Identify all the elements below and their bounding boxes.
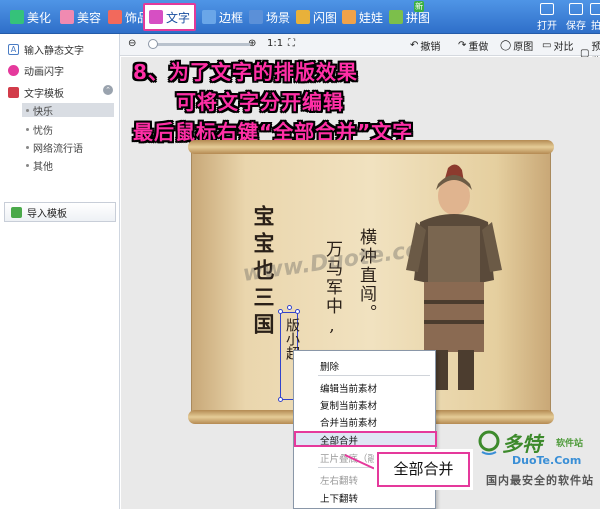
frame-icon	[202, 10, 216, 24]
text-a-icon: A	[8, 44, 19, 55]
rotate-handle[interactable]	[287, 305, 292, 310]
open-button[interactable]: 打开	[534, 3, 560, 32]
template-item-sad[interactable]: 忧伤	[26, 122, 53, 137]
face-icon	[60, 10, 74, 24]
logo-brand: 多特	[502, 432, 542, 456]
tab-doll[interactable]: 娃娃	[338, 5, 387, 29]
tab-beautify[interactable]: 美化	[6, 5, 55, 29]
template-item-internet-slang[interactable]: 网络流行语	[26, 140, 83, 155]
tab-scene[interactable]: 场景	[245, 5, 294, 29]
merge-all-callout: 全部合并	[377, 452, 470, 487]
menu-item-delete[interactable]: 删除	[320, 359, 339, 373]
heart-icon	[108, 10, 122, 24]
redo-icon: ↷	[458, 40, 467, 51]
original-icon: ◯	[500, 40, 512, 51]
compare-button[interactable]: ▭ 对比	[542, 38, 573, 53]
capture-button[interactable]: 拍	[590, 3, 600, 32]
menu-item-merge-current[interactable]: 合并当前素材	[320, 415, 377, 429]
menu-item-merge-all[interactable]: 全部合并	[320, 433, 358, 447]
sidebar-item-text-template[interactable]: 文字模板	[8, 85, 64, 100]
zoom-out-icon[interactable]: ⊖	[128, 38, 136, 49]
tab-flash[interactable]: 闪图	[292, 5, 341, 29]
zoom-1to1-button[interactable]: 1:1	[267, 38, 283, 49]
menu-item-copy-current[interactable]: 复制当前素材	[320, 398, 377, 412]
menu-item-flip-horizontal[interactable]: 左右翻转	[320, 473, 358, 487]
tab-collage[interactable]: 拼图	[385, 5, 434, 29]
text-icon	[149, 10, 163, 24]
zoom-slider-track[interactable]	[150, 43, 250, 46]
resize-handle[interactable]	[295, 309, 300, 314]
collage-icon	[389, 10, 403, 24]
sidebar-item-flash-text[interactable]: 动画闪字	[8, 63, 64, 78]
template-item-other[interactable]: 其他	[26, 158, 53, 173]
scroll-roller-top	[188, 140, 554, 154]
sidebar-item-static-text[interactable]: A 输入静态文字	[8, 42, 84, 57]
sidebar: A 输入静态文字 动画闪字 文字模板 ⌃ 快乐 忧伤 网络流行语 其他 导入模板	[0, 34, 120, 509]
top-toolbar: 美化 美容 饰品 文字 边框 场景 闪图 娃娃 拼图 新 打开 保存 拍	[0, 0, 600, 34]
redo-button[interactable]: ↷ 重做	[458, 38, 488, 53]
new-badge: 新	[414, 1, 424, 12]
save-button[interactable]: 保存	[563, 3, 589, 32]
tab-frame[interactable]: 边框	[198, 5, 247, 29]
scene-icon	[249, 10, 263, 24]
original-button[interactable]: ◯ 原图	[500, 38, 533, 53]
logo-url: DuoTe.Com	[512, 454, 582, 467]
menu-item-merge-all-highlight	[294, 431, 437, 447]
doll-icon	[342, 10, 356, 24]
open-icon	[540, 3, 554, 15]
compare-icon: ▭	[542, 40, 552, 51]
zoom-slider-knob[interactable]	[148, 39, 158, 49]
duote-logo-icon	[478, 430, 500, 455]
sparkle-icon	[8, 65, 19, 76]
logo-tagline: 国内最安全的软件站	[486, 474, 594, 487]
annotation-line-2: 可将文字分开编辑	[176, 90, 344, 114]
tab-text[interactable]: 文字	[143, 3, 197, 31]
beautify-icon	[10, 10, 24, 24]
save-icon	[569, 3, 583, 15]
tab-beauty[interactable]: 美容	[56, 5, 105, 29]
camera-icon	[590, 3, 600, 15]
annotation-line-1: 8、为了文字的排版效果	[133, 60, 358, 84]
logo-sub: 软件站	[556, 439, 584, 449]
template-item-happy[interactable]: 快乐	[22, 103, 114, 118]
resize-handle[interactable]	[278, 309, 283, 314]
menu-item-edit-current[interactable]: 编辑当前素材	[320, 381, 377, 395]
import-template-button[interactable]: 导入模板	[4, 202, 116, 222]
undo-icon: ↶	[410, 40, 419, 51]
resize-handle[interactable]	[278, 397, 283, 402]
import-icon	[11, 206, 22, 218]
menu-divider	[318, 375, 430, 376]
collapse-icon[interactable]: ⌃	[103, 85, 113, 95]
menu-item-flip-vertical[interactable]: 上下翻转	[320, 491, 358, 505]
love-template-icon	[8, 87, 19, 98]
undo-button[interactable]: ↶ 撤销	[410, 38, 440, 53]
fit-screen-icon[interactable]: ⛶	[288, 38, 295, 49]
flash-icon	[296, 10, 310, 24]
